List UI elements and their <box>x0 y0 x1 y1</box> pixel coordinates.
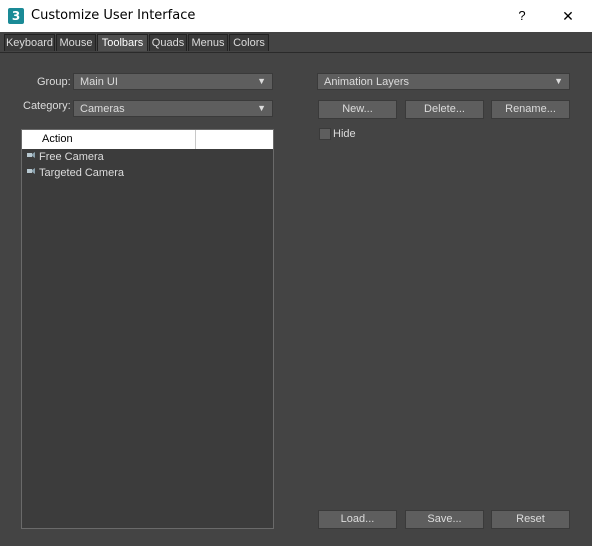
hide-label: Hide <box>333 128 356 140</box>
list-item-targeted-camera[interactable]: Targeted Camera <box>24 166 269 182</box>
title-bar: 3 Customize User Interface ? ✕ <box>0 0 592 32</box>
app-logo-icon: 3 <box>8 8 24 24</box>
tab-keyboard[interactable]: Keyboard <box>4 34 55 51</box>
list-item-free-camera[interactable]: Free Camera <box>24 150 269 166</box>
list-item-label: Targeted Camera <box>39 167 124 179</box>
load-button[interactable]: Load... <box>318 510 397 529</box>
camera-icon <box>27 168 35 174</box>
tab-mouse[interactable]: Mouse <box>56 34 96 51</box>
toolbar-dropdown[interactable]: Animation Layers ▼ <box>317 73 570 90</box>
category-dropdown[interactable]: Cameras ▼ <box>73 100 273 117</box>
delete-button[interactable]: Delete... <box>405 100 484 119</box>
tab-quads[interactable]: Quads <box>149 34 187 51</box>
list-header[interactable]: Action <box>22 130 273 149</box>
tab-colors[interactable]: Colors <box>229 34 269 51</box>
hide-checkbox[interactable] <box>319 128 331 140</box>
group-value: Main UI <box>80 76 118 88</box>
chevron-down-icon: ▼ <box>554 76 563 86</box>
camera-icon <box>27 152 35 158</box>
chevron-down-icon: ▼ <box>257 103 266 113</box>
tab-toolbars[interactable]: Toolbars <box>97 34 148 51</box>
category-value: Cameras <box>80 103 125 115</box>
action-column-header: Action <box>42 133 73 145</box>
category-label: Category: <box>23 100 71 112</box>
group-label: Group: <box>37 76 71 88</box>
group-dropdown[interactable]: Main UI ▼ <box>73 73 273 90</box>
save-button[interactable]: Save... <box>405 510 484 529</box>
action-list[interactable]: Action Free Camera Targeted Camera <box>21 129 274 529</box>
window-title: Customize User Interface <box>31 8 196 23</box>
rename-button[interactable]: Rename... <box>491 100 570 119</box>
tab-menus[interactable]: Menus <box>188 34 228 51</box>
chevron-down-icon: ▼ <box>257 76 266 86</box>
list-item-label: Free Camera <box>39 151 104 163</box>
new-button[interactable]: New... <box>318 100 397 119</box>
tab-strip: Keyboard Mouse Toolbars Quads Menus Colo… <box>0 32 592 53</box>
close-button[interactable]: ✕ <box>556 6 580 26</box>
column-divider <box>195 130 196 149</box>
help-button[interactable]: ? <box>512 6 532 26</box>
toolbar-value: Animation Layers <box>324 76 409 88</box>
reset-button[interactable]: Reset <box>491 510 570 529</box>
